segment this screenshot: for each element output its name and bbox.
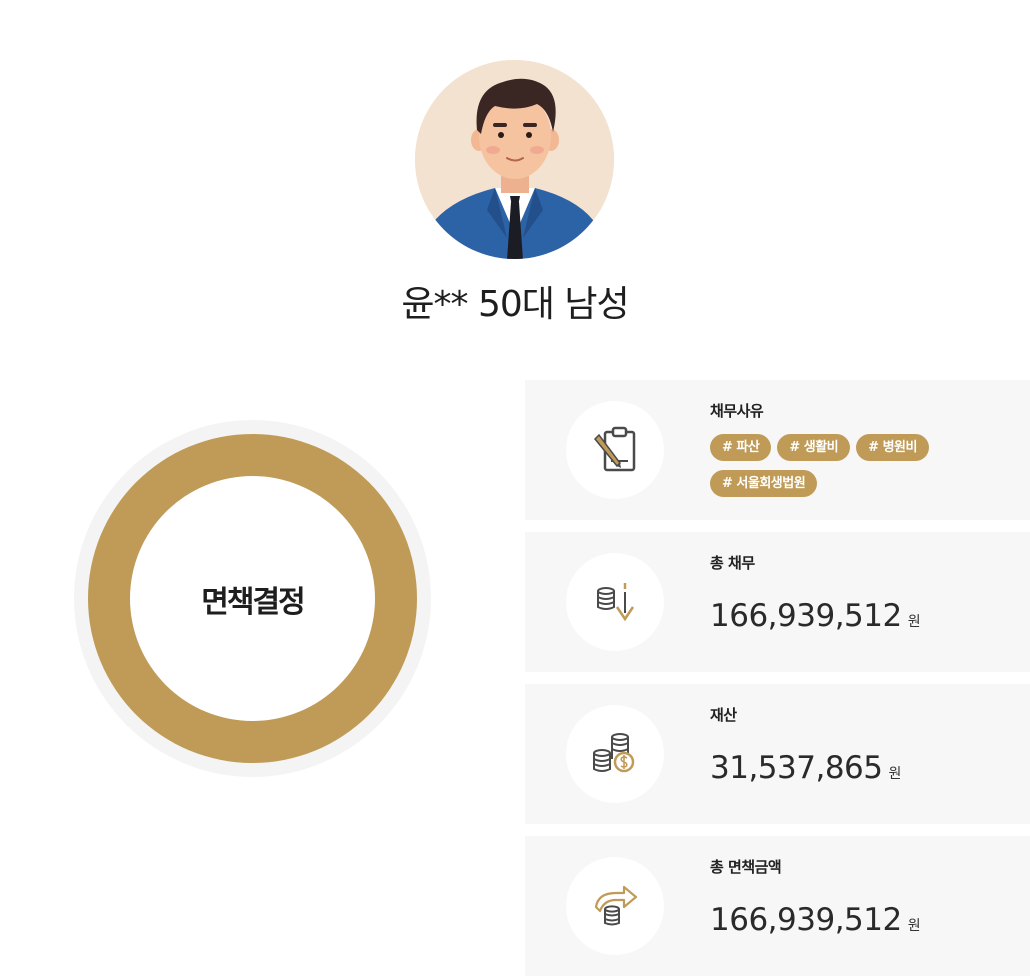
assets-value: 31,537,865 [710,750,883,786]
reason-tags: # 파산 # 생활비 # 병원비 # 서울회생법원 [710,434,960,497]
coins-down-arrow-icon [597,583,635,622]
total-debt-card: 총 채무 166,939,512 원 [525,532,1030,672]
tag-hospital-bills[interactable]: # 병원비 [856,434,929,461]
assets-value-row: 31,537,865 원 [710,750,901,792]
tag-bankruptcy[interactable]: # 파산 [710,434,772,461]
assets-label: 재산 [710,706,737,724]
profile-title: 윤** 50대 남성 [401,284,629,325]
card-icon-circle [566,705,664,803]
card-icon-circle [566,553,664,651]
coins-stack-icon [593,733,635,773]
total-debt-value-row: 166,939,512 원 [710,598,921,640]
total-exemption-value-row: 166,939,512 원 [710,902,921,944]
assets-card: 재산 31,537,865 원 [525,684,1030,824]
man-in-suit-avatar-icon [415,60,614,259]
debt-reason-label: 채무사유 [710,402,764,420]
card-icon-circle [566,401,664,499]
debt-reason-card: 채무사유 # 파산 # 생활비 # 병원비 # 서울회생법원 [525,380,1030,520]
total-exemption-value: 166,939,512 [710,902,902,938]
coins-curved-arrow-icon [594,885,638,926]
assets-unit: 원 [888,766,902,782]
result-ring-center: 면책결정 [130,476,375,721]
total-debt-unit: 원 [907,614,921,630]
total-debt-label: 총 채무 [710,554,755,572]
total-exemption-label: 총 면책금액 [710,858,782,876]
card-icon-circle [566,857,664,955]
total-debt-value: 166,939,512 [710,598,902,634]
clipboard-pencil-icon [593,426,636,472]
total-exemption-unit: 원 [907,918,921,934]
tag-living-expenses[interactable]: # 생활비 [777,434,851,461]
tag-seoul-rehabilitation-court[interactable]: # 서울회생법원 [710,470,818,497]
total-exemption-card: 총 면책금액 166,939,512 원 [525,836,1030,976]
result-label: 면책결정 [201,584,305,620]
profile-avatar [415,60,614,259]
